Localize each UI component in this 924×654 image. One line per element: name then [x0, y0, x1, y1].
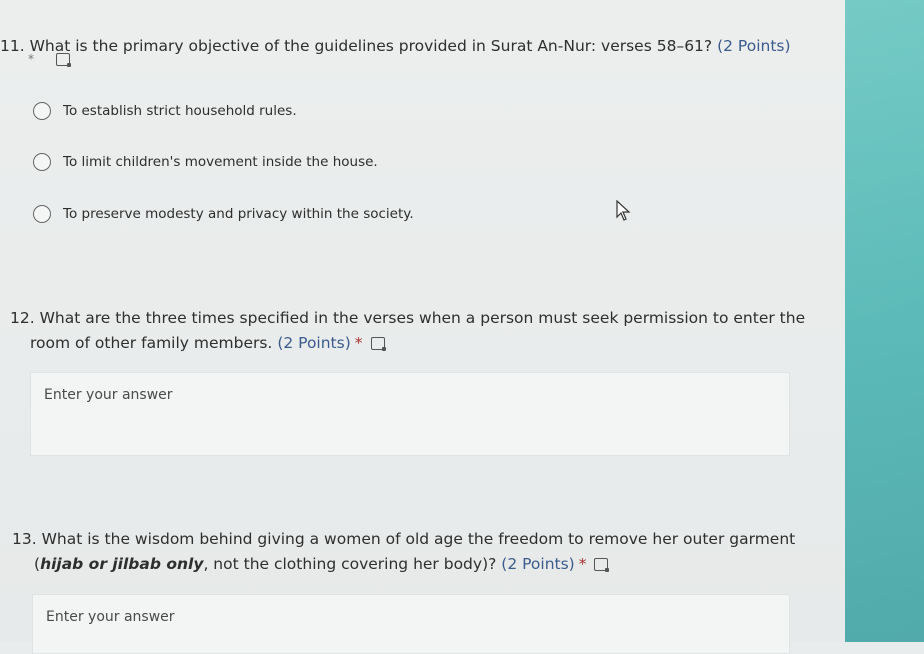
radio-button[interactable] — [33, 205, 51, 223]
option-label: To establish strict household rules. — [63, 103, 297, 119]
question-12-text-line1: What are the three times specified in th… — [39, 309, 806, 327]
q11-option-2[interactable]: To limit children's movement inside the … — [33, 153, 378, 171]
question-11-text: What is the primary objective of the gui… — [29, 37, 713, 55]
side-panel — [845, 0, 924, 642]
q11-option-3[interactable]: To preserve modesty and privacy within t… — [33, 205, 414, 223]
question-12-title: 12. What are the three times specified i… — [10, 306, 830, 356]
answer-placeholder: Enter your answer — [44, 387, 173, 403]
required-asterisk: * — [28, 52, 34, 66]
option-label: To preserve modesty and privacy within t… — [63, 206, 414, 222]
question-13-answer-input[interactable]: Enter your answer — [32, 594, 790, 654]
form-content: 11. What is the primary objective of the… — [0, 0, 845, 654]
option-label: To limit children's movement inside the … — [63, 154, 378, 170]
question-13-text-line2: , not the clothing covering her body)? — [203, 555, 497, 573]
immersive-reader-icon[interactable] — [594, 558, 610, 572]
answer-placeholder: Enter your answer — [46, 609, 175, 625]
question-12-points: (2 Points) — [277, 334, 351, 352]
question-13-number: 13. — [12, 530, 37, 548]
mouse-pointer-icon — [616, 200, 631, 221]
question-11-points: (2 Points) — [717, 37, 791, 55]
question-12-answer-input[interactable]: Enter your answer — [30, 372, 790, 456]
radio-button[interactable] — [33, 102, 51, 120]
radio-button[interactable] — [33, 153, 51, 171]
question-12-number: 12. — [10, 309, 35, 327]
question-11-required-row: * — [28, 52, 71, 67]
q11-option-1[interactable]: To establish strict household rules. — [33, 102, 297, 120]
required-asterisk: * — [578, 555, 587, 573]
question-12-text-line2: room of other family members. — [30, 334, 273, 352]
question-13-emphasis: hijab or jilbab only — [40, 555, 204, 573]
immersive-reader-icon[interactable] — [370, 337, 386, 351]
question-11-number: 11. — [0, 37, 25, 55]
question-13-title: 13. What is the wisdom behind giving a w… — [12, 527, 832, 577]
question-13-text-line1: What is the wisdom behind giving a women… — [41, 530, 796, 548]
side-panel-shade — [845, 0, 924, 642]
immersive-reader-icon[interactable] — [55, 53, 71, 67]
required-asterisk: * — [354, 334, 363, 352]
question-11-title: 11. What is the primary objective of the… — [0, 34, 791, 59]
question-13-points: (2 Points) — [501, 555, 575, 573]
